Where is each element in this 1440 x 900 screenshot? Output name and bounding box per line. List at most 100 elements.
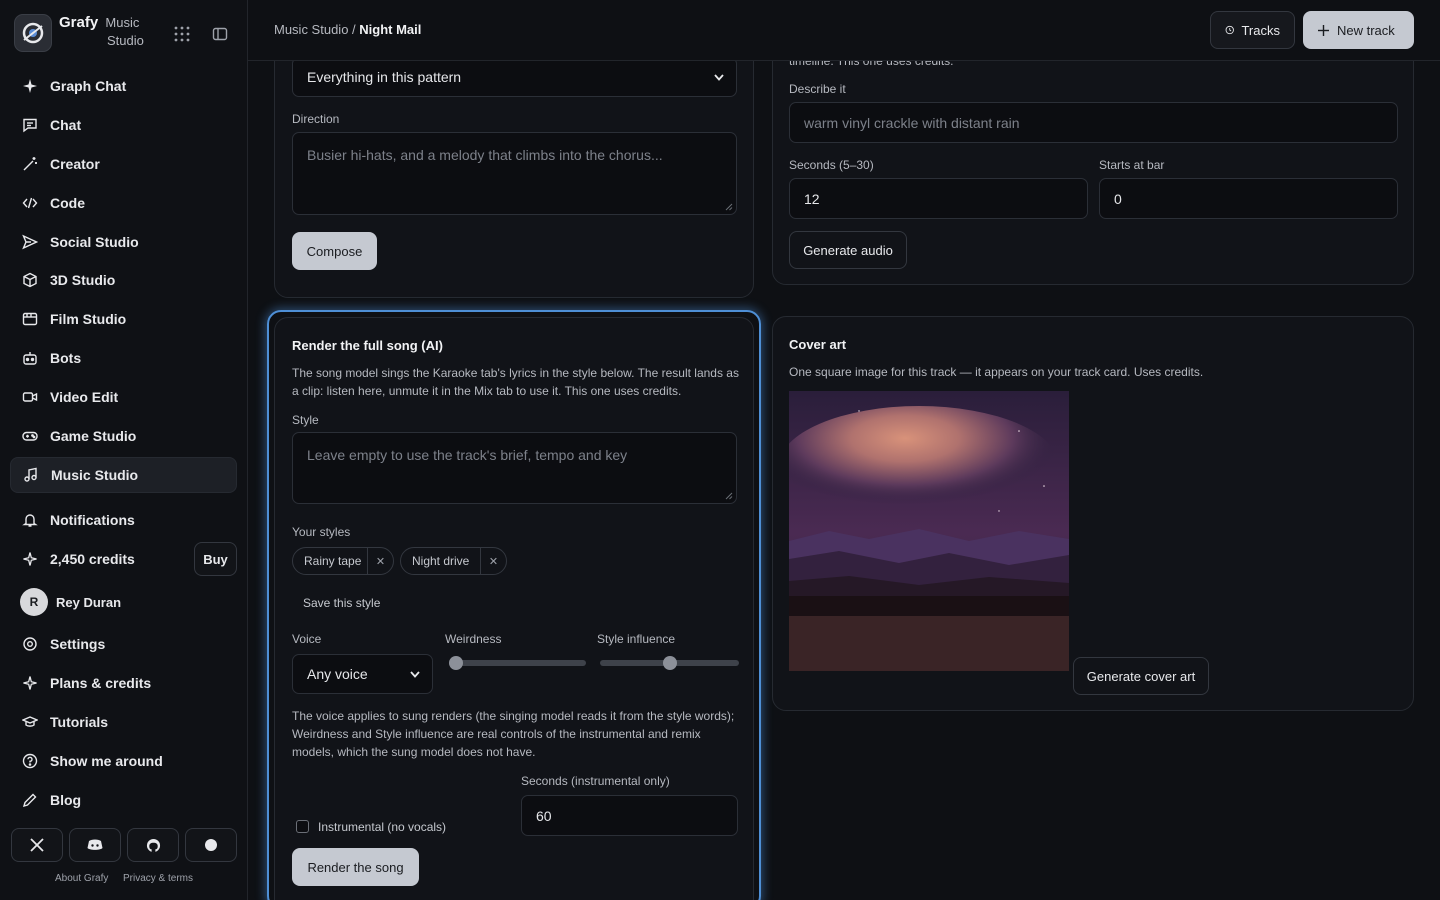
remove-chip-icon[interactable]: ✕: [367, 548, 393, 574]
collapse-sidebar-icon[interactable]: [212, 26, 228, 45]
sidebar-item-plans[interactable]: Plans & credits: [10, 665, 237, 701]
starts-at-bar-input[interactable]: 0: [1099, 178, 1398, 219]
sidebar-item-settings[interactable]: Settings: [10, 626, 237, 662]
sidebar-item-tour[interactable]: Show me around: [10, 743, 237, 779]
describe-input[interactable]: warm vinyl crackle with distant rain: [789, 102, 1398, 143]
sidebar-item-social-studio[interactable]: Social Studio: [10, 224, 237, 260]
gear-icon: [23, 637, 37, 651]
discord-social-button[interactable]: [69, 828, 121, 862]
brand-sub: Music: [105, 15, 140, 30]
instrumental-checkbox[interactable]: [296, 820, 309, 833]
cover-art-image: [789, 391, 1069, 671]
sidebar-item-graph-chat[interactable]: Graph Chat: [10, 68, 237, 104]
pattern-scope-select[interactable]: Everything in this pattern: [292, 57, 737, 97]
chevron-down-icon: [714, 73, 724, 81]
community-social-button[interactable]: [185, 828, 237, 862]
sidebar-item-label: Chat: [50, 117, 82, 133]
help-circle-icon: [22, 753, 38, 769]
cube-icon: [23, 272, 37, 288]
new-track-button[interactable]: New track: [1303, 11, 1414, 49]
render-card-highlight: Render the full song (AI) The song model…: [267, 310, 761, 900]
compose-button[interactable]: Compose: [292, 232, 377, 270]
cover-art-title: Cover art: [789, 337, 847, 352]
style-chip[interactable]: Rainy tape ✕: [292, 547, 394, 575]
sidebar-item-label: Code: [50, 195, 85, 211]
render-song-button[interactable]: Render the song: [292, 848, 419, 886]
sidebar-item-chat[interactable]: Chat: [10, 107, 237, 143]
sidebar-item-label: Creator: [50, 156, 100, 172]
style-chip-label: Night drive: [412, 554, 470, 568]
slider-thumb[interactable]: [662, 656, 677, 670]
generate-cover-art-button[interactable]: Generate cover art: [1073, 657, 1209, 695]
breadcrumb-separator: /: [348, 22, 360, 37]
sidebar-item-music-studio[interactable]: Music Studio: [10, 457, 237, 493]
tracks-button-label: Tracks: [1241, 22, 1280, 38]
style-influence-slider[interactable]: [600, 656, 739, 670]
style-label: Style: [292, 413, 319, 427]
remove-chip-icon[interactable]: ✕: [480, 548, 506, 574]
sidebar-item-label: Plans & credits: [50, 675, 152, 691]
tracks-button[interactable]: Tracks: [1210, 11, 1295, 49]
sidebar-item-game-studio[interactable]: Game Studio: [10, 418, 237, 454]
sidebar-item-label: Notifications: [50, 512, 135, 528]
voice-select[interactable]: Any voice: [292, 654, 433, 694]
seconds-label: Seconds (5–30): [789, 158, 874, 172]
style-chip[interactable]: Night drive ✕: [400, 547, 507, 575]
resize-handle-icon[interactable]: [725, 492, 733, 500]
style-input[interactable]: Leave empty to use the track's brief, te…: [292, 432, 737, 504]
sidebar-item-code[interactable]: Code: [10, 185, 237, 221]
render-description-line: The song model sings the Karaoke tab's l…: [292, 366, 739, 380]
generate-audio-button[interactable]: Generate audio: [789, 231, 907, 269]
direction-placeholder: Busier hi-hats, and a melody that climbs…: [307, 147, 663, 163]
wand-icon: [23, 157, 37, 171]
save-style-button[interactable]: Save this style: [303, 596, 380, 610]
breadcrumb-current: Night Mail: [359, 22, 422, 37]
instrumental-seconds-label: Seconds (instrumental only): [521, 774, 670, 788]
apps-grid-icon[interactable]: [174, 26, 190, 45]
pen-icon: [22, 793, 37, 808]
sidebar-item-video-edit[interactable]: Video Edit: [10, 379, 237, 415]
sidebar-item-label: Show me around: [50, 753, 163, 769]
instrumental-seconds-input[interactable]: 60: [521, 795, 738, 836]
style-chip-label: Rainy tape: [304, 554, 362, 568]
sidebar-item-tutorials[interactable]: Tutorials: [10, 704, 237, 740]
about-link[interactable]: About Grafy: [55, 873, 108, 884]
bell-icon: [22, 514, 38, 527]
sidebar: Grafy Music Studio Graph Chat Chat Creat…: [0, 0, 248, 900]
sidebar-item-film-studio[interactable]: Film Studio: [10, 301, 237, 337]
direction-input[interactable]: Busier hi-hats, and a melody that climbs…: [292, 132, 737, 215]
instrumental-label: Instrumental (no vocals): [318, 820, 447, 834]
github-social-button[interactable]: [127, 828, 179, 862]
sidebar-item-label: Music Studio: [51, 467, 139, 483]
x-social-button[interactable]: [11, 828, 63, 862]
brand-sub-line2: Studio: [107, 33, 144, 48]
voice-note: The voice applies to sung renders (the s…: [292, 707, 747, 761]
privacy-link[interactable]: Privacy & terms: [123, 873, 193, 884]
sidebar-item-bots[interactable]: Bots: [10, 340, 237, 376]
sidebar-item-creator[interactable]: Creator: [10, 146, 237, 182]
breadcrumb-parent[interactable]: Music Studio: [274, 22, 348, 37]
plus-icon: [1318, 24, 1329, 36]
resize-handle-icon[interactable]: [725, 203, 733, 211]
sidebar-item-notifications[interactable]: Notifications: [10, 502, 237, 538]
discord-icon: [87, 839, 103, 850]
film-icon: [22, 312, 38, 326]
sidebar-item-3d-studio[interactable]: 3D Studio: [10, 262, 237, 298]
slider-thumb[interactable]: [449, 656, 463, 670]
direction-label: Direction: [292, 112, 340, 126]
buy-credits-button[interactable]: Buy: [194, 542, 237, 576]
seconds-input[interactable]: 12: [789, 178, 1088, 219]
weirdness-slider[interactable]: [449, 656, 586, 670]
credits-count: 2,450 credits: [50, 551, 135, 567]
render-description-line: a clip: listen here, unmute it in the Mi…: [292, 384, 682, 398]
sidebar-item-blog[interactable]: Blog: [10, 782, 237, 818]
voice-label: Voice: [292, 632, 322, 646]
code-icon: [22, 197, 38, 209]
user-profile[interactable]: R Rey Duran: [10, 584, 237, 620]
style-influence-label: Style influence: [597, 632, 676, 646]
sidebar-item-label: Blog: [50, 792, 82, 808]
sidebar-item-credits[interactable]: 2,450 credits: [10, 541, 190, 577]
pattern-scope-value: Everything in this pattern: [307, 69, 462, 85]
brand-name: Grafy: [59, 14, 99, 31]
brand[interactable]: Grafy Music Studio: [14, 14, 144, 52]
